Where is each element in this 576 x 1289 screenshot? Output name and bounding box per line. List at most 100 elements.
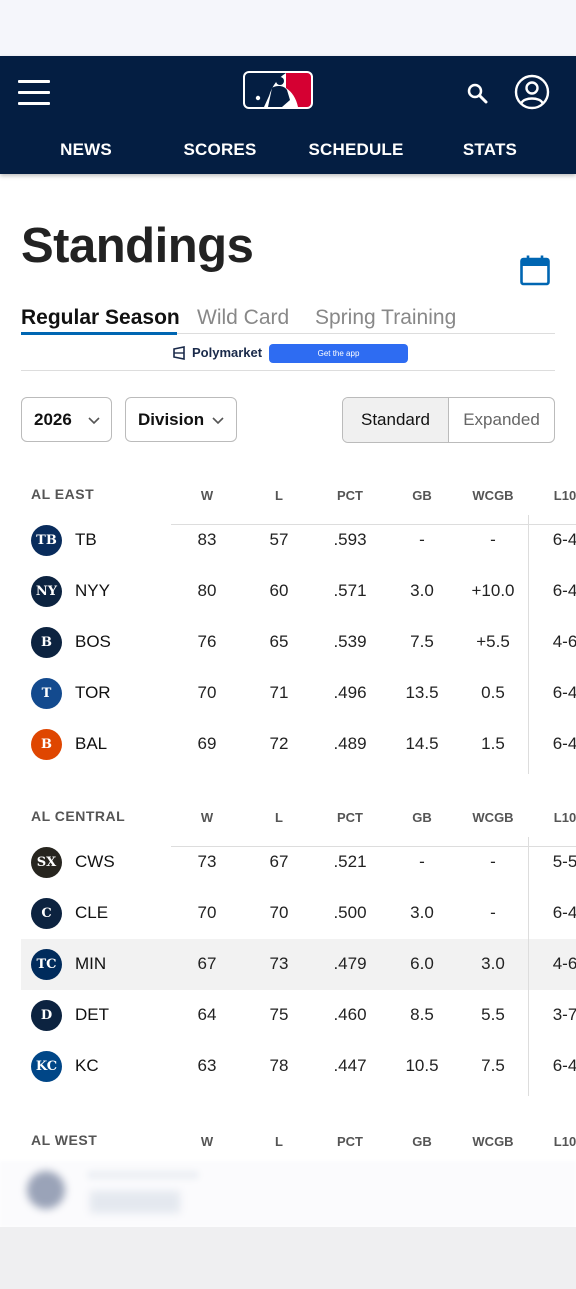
cell-gb: - (419, 852, 425, 871)
table-row[interactable]: B BOS 76 65 .539 7.5 +5.5 4-6 (21, 617, 576, 668)
cell-wcgb: 0.5 (481, 683, 505, 702)
status-strip (0, 0, 576, 56)
column-header-wcgb[interactable]: WCGB (472, 1134, 513, 1149)
nav-news[interactable]: NEWS (60, 140, 112, 160)
cell-l10: 6-4 (552, 530, 576, 549)
column-header-l10[interactable]: L10 (554, 810, 576, 825)
cell-l: 78 (269, 1056, 289, 1075)
mlb-logo[interactable] (242, 70, 314, 110)
expanded-view-button[interactable]: Expanded (449, 398, 554, 442)
cell-wcgb: - (490, 903, 496, 922)
team-logo-icon: KC (31, 1051, 62, 1082)
cell-pct: .539 (333, 632, 367, 651)
team-abbreviation[interactable]: CWS (75, 852, 115, 872)
chevron-down-icon (212, 417, 224, 425)
table-row[interactable]: C CLE 70 70 .500 3.0 - 6-4 (21, 888, 576, 939)
blurred-promo-bar[interactable] (0, 1161, 576, 1227)
team-abbreviation[interactable]: CLE (75, 903, 108, 923)
column-header-l[interactable]: L (275, 810, 283, 825)
standard-view-button[interactable]: Standard (343, 398, 449, 442)
year-select[interactable]: 2026 (21, 397, 112, 442)
cell-l10: 6-4 (552, 683, 576, 702)
get-app-button[interactable]: Get the app (269, 344, 408, 363)
cell-wcgb: - (490, 530, 496, 549)
column-header-pct[interactable]: PCT (337, 1134, 363, 1149)
team-abbreviation[interactable]: TOR (75, 683, 111, 703)
team-abbreviation[interactable]: TB (75, 530, 97, 550)
table-row[interactable]: TB TB 83 57 .593 - - 6-4 (21, 515, 576, 566)
nav-stats[interactable]: STATS (463, 140, 517, 160)
table-row[interactable]: KC KC 63 78 .447 10.5 7.5 6-4 (21, 1041, 576, 1092)
table-row[interactable]: T TOR 70 71 .496 13.5 0.5 6-4 (21, 668, 576, 719)
cell-l10: 5-5 (552, 852, 576, 871)
bottom-bar (0, 1227, 576, 1289)
team-logo-icon: C (31, 898, 62, 929)
cell-gb: 6.0 (410, 954, 434, 973)
cell-l10: 6-4 (552, 1056, 576, 1075)
team-abbreviation[interactable]: MIN (75, 954, 106, 974)
grouping-select[interactable]: Division (125, 397, 237, 442)
cell-wcgb: +10.0 (471, 581, 515, 600)
column-header-gb[interactable]: GB (412, 1134, 432, 1149)
tab-regular-season[interactable]: Regular Season (21, 306, 180, 330)
cell-l: 65 (269, 632, 289, 651)
cell-w: 63 (197, 1056, 217, 1075)
tab-spring-training[interactable]: Spring Training (315, 306, 456, 330)
table-row[interactable]: SX CWS 73 67 .521 - - 5-5 (21, 837, 576, 888)
view-toggle: Standard Expanded (342, 397, 555, 443)
cell-pct: .447 (333, 1056, 367, 1075)
cell-l10: 6-4 (552, 734, 576, 753)
cell-pct: .479 (333, 954, 367, 973)
table-row[interactable]: D DET 64 75 .460 8.5 5.5 3-7 (21, 990, 576, 1041)
division-name: AL WEST (31, 1132, 98, 1148)
team-logo-icon: B (31, 627, 62, 658)
menu-icon[interactable] (18, 80, 50, 106)
cell-w: 70 (197, 683, 217, 702)
column-header-w[interactable]: W (201, 1134, 213, 1149)
column-header-l10[interactable]: L10 (554, 488, 576, 503)
cell-l: 73 (269, 954, 289, 973)
year-select-value: 2026 (34, 410, 72, 429)
cell-wcgb: - (490, 852, 496, 871)
column-header-wcgb[interactable]: WCGB (472, 488, 513, 503)
team-abbreviation[interactable]: NYY (75, 581, 110, 601)
column-header-pct[interactable]: PCT (337, 488, 363, 503)
cell-wcgb: 7.5 (481, 1056, 505, 1075)
table-row[interactable]: NY NYY 80 60 .571 3.0 +10.0 6-4 (21, 566, 576, 617)
cell-pct: .500 (333, 903, 367, 922)
nav-scores[interactable]: SCORES (184, 140, 257, 160)
cell-gb: 14.5 (405, 734, 439, 753)
cell-l10: 6-4 (552, 903, 576, 922)
column-header-gb[interactable]: GB (412, 810, 432, 825)
cell-gb: - (419, 530, 425, 549)
cell-l: 70 (269, 903, 289, 922)
search-icon[interactable] (466, 82, 488, 104)
cell-pct: .460 (333, 1005, 367, 1024)
cell-w: 70 (197, 903, 217, 922)
column-header-w[interactable]: W (201, 810, 213, 825)
main-nav: NEWS SCORES SCHEDULE STATS (0, 140, 576, 164)
tab-wild-card[interactable]: Wild Card (197, 306, 289, 330)
column-header-w[interactable]: W (201, 488, 213, 503)
cell-w: 69 (197, 734, 217, 753)
account-icon[interactable] (514, 74, 550, 110)
cell-l: 67 (269, 852, 289, 871)
column-header-l[interactable]: L (275, 488, 283, 503)
table-row[interactable]: B BAL 69 72 .489 14.5 1.5 6-4 (21, 719, 576, 770)
column-header-pct[interactable]: PCT (337, 810, 363, 825)
team-abbreviation[interactable]: DET (75, 1005, 109, 1025)
team-abbreviation[interactable]: KC (75, 1056, 99, 1076)
team-abbreviation[interactable]: BOS (75, 632, 111, 652)
team-logo-icon: SX (31, 847, 62, 878)
calendar-icon[interactable] (520, 255, 550, 286)
team-abbreviation[interactable]: BAL (75, 734, 107, 754)
column-header-l10[interactable]: L10 (554, 1134, 576, 1149)
nav-schedule[interactable]: SCHEDULE (308, 140, 403, 160)
column-header-wcgb[interactable]: WCGB (472, 810, 513, 825)
division-name: AL EAST (31, 486, 95, 502)
cell-pct: .521 (333, 852, 367, 871)
table-row[interactable]: TC MIN 67 73 .479 6.0 3.0 4-6 (21, 939, 576, 990)
column-header-gb[interactable]: GB (412, 488, 432, 503)
column-header-l[interactable]: L (275, 1134, 283, 1149)
cell-gb: 8.5 (410, 1005, 434, 1024)
